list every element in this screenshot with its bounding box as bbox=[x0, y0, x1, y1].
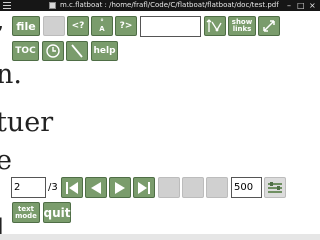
select-region-button[interactable] bbox=[204, 16, 226, 36]
close-button[interactable]: × bbox=[309, 0, 316, 11]
toc-button[interactable]: TOC bbox=[12, 41, 39, 61]
page-total-label: /3 bbox=[48, 182, 58, 193]
disabled-button bbox=[43, 16, 65, 36]
disabled-button bbox=[182, 177, 204, 198]
search-input[interactable] bbox=[140, 16, 201, 37]
app-icon bbox=[49, 2, 56, 9]
fullscreen-button[interactable] bbox=[258, 16, 280, 36]
first-page-button[interactable] bbox=[61, 177, 83, 198]
text-mode-button[interactable]: text mode bbox=[12, 202, 40, 223]
font-size-button[interactable]: ° A bbox=[91, 16, 113, 36]
document-text-line: tuer bbox=[0, 107, 54, 138]
pen-icon bbox=[71, 44, 83, 58]
file-button[interactable]: file bbox=[12, 16, 40, 36]
forward-button[interactable]: ?> bbox=[115, 16, 137, 36]
document-text-line: n. bbox=[0, 59, 22, 90]
previous-page-button[interactable] bbox=[85, 177, 107, 198]
bottom-border bbox=[0, 234, 320, 240]
quit-button-label: quit bbox=[43, 205, 71, 220]
last-page-button[interactable] bbox=[133, 177, 155, 198]
zoom-input[interactable] bbox=[231, 177, 262, 198]
next-page-icon bbox=[115, 181, 125, 194]
show-links-button[interactable]: show links bbox=[228, 16, 256, 36]
previous-page-icon bbox=[91, 181, 101, 194]
quit-button[interactable]: quit bbox=[43, 202, 71, 223]
font-size-large-glyph: A bbox=[99, 25, 105, 33]
disabled-button bbox=[206, 177, 228, 198]
next-page-button[interactable] bbox=[109, 177, 131, 198]
toc-button-label: TOC bbox=[15, 45, 36, 56]
last-page-icon bbox=[138, 181, 150, 194]
text-mode-label-line2: mode bbox=[15, 211, 37, 220]
timer-button[interactable] bbox=[42, 41, 64, 61]
disabled-button bbox=[158, 177, 180, 198]
minimize-button[interactable]: – bbox=[287, 0, 291, 11]
window-titlebar: m.c.flatboat : /home/frafl/Code/C/flatbo… bbox=[0, 0, 320, 11]
settings-icon bbox=[268, 181, 282, 193]
select-region-icon bbox=[206, 19, 222, 32]
help-button[interactable]: help bbox=[91, 41, 118, 61]
show-links-label-line2: links bbox=[232, 25, 252, 33]
draw-button[interactable] bbox=[66, 41, 88, 61]
back-button-label: <? bbox=[71, 20, 85, 31]
back-button[interactable]: <? bbox=[67, 16, 89, 36]
document-text-line: e bbox=[0, 145, 12, 176]
settings-button[interactable] bbox=[264, 177, 286, 198]
maximize-button[interactable]: □ bbox=[297, 0, 305, 11]
window-title: m.c.flatboat : /home/frafl/Code/C/flatbo… bbox=[60, 1, 279, 9]
help-button-label: help bbox=[93, 45, 116, 56]
clock-icon bbox=[46, 44, 60, 58]
file-button-label: file bbox=[16, 19, 36, 33]
forward-button-label: ?> bbox=[119, 20, 133, 31]
document-text-line: , bbox=[0, 11, 5, 34]
page-number-input[interactable] bbox=[11, 177, 46, 198]
fullscreen-icon bbox=[263, 20, 275, 32]
window-menu-icon[interactable] bbox=[3, 2, 11, 9]
first-page-icon bbox=[66, 181, 78, 194]
